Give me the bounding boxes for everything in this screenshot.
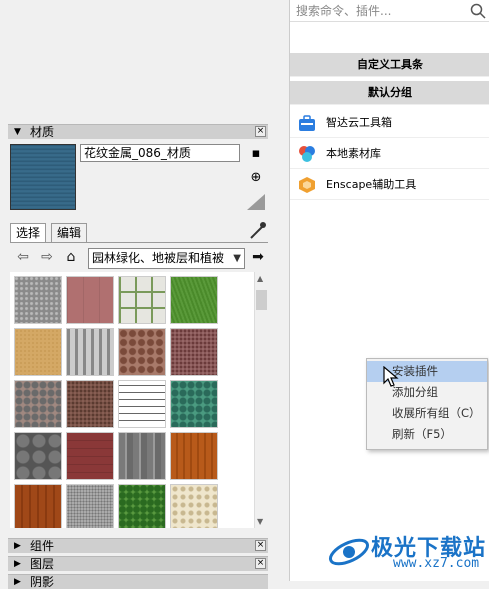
sample-paint-icon[interactable] [245, 192, 267, 212]
eyedropper-icon[interactable] [248, 221, 266, 241]
shadows-panel-header[interactable]: ▶ 阴影 [8, 574, 268, 589]
scroll-down-icon[interactable]: ▼ [257, 517, 263, 526]
material-thumbnail[interactable] [170, 380, 218, 428]
search-bar [290, 0, 489, 22]
material-thumbnail[interactable] [170, 432, 218, 480]
enscape-icon [299, 177, 315, 193]
menu-item-toggle-all-groups[interactable]: 收展所有组（C） [367, 403, 487, 424]
plugin-item-label: 智达云工具箱 [326, 116, 392, 129]
material-thumbnail-grid [10, 272, 254, 528]
materials-panel-title: 材质 [30, 125, 55, 139]
material-thumbnail[interactable] [170, 276, 218, 324]
mouse-cursor-icon [383, 366, 399, 387]
shadows-panel-title: 阴影 [30, 575, 55, 589]
expand-triangle-icon[interactable]: ▶ [14, 539, 21, 553]
plugin-item-asset-library[interactable]: 本地素材库 [290, 139, 489, 169]
back-arrow-icon[interactable]: ⇦ [14, 248, 32, 266]
home-icon[interactable]: ⌂ [62, 248, 80, 266]
scroll-thumb[interactable] [256, 290, 267, 310]
tab-edit[interactable]: 编辑 [51, 223, 88, 242]
forward-arrow-icon[interactable]: ⇨ [38, 248, 56, 266]
material-thumbnail[interactable] [14, 276, 62, 324]
menu-item-refresh[interactable]: 刷新（F5） [367, 424, 487, 445]
expand-triangle-icon[interactable]: ▶ [14, 575, 21, 589]
scroll-up-icon[interactable]: ▲ [257, 274, 263, 283]
components-panel-header[interactable]: ▶ 组件 × [8, 538, 268, 553]
watermark: 极光下载站 www.xz7.com [327, 530, 487, 578]
material-thumbnail[interactable] [66, 380, 114, 428]
material-name-field[interactable]: 花纹金属_086_材质 [80, 144, 240, 162]
toolbox-icon [299, 115, 315, 131]
plugin-item-toolbox[interactable]: 智达云工具箱 [290, 108, 489, 138]
material-thumbnail[interactable] [14, 432, 62, 480]
category-select-value: 园林绿化、地被层和植被 [92, 251, 225, 265]
tab-select-label: 选择 [16, 226, 41, 240]
watermark-logo-icon [328, 538, 370, 566]
plugin-item-label: 本地素材库 [326, 147, 381, 160]
material-nav-row: ⇦ ⇨ ⌂ 园林绿化、地被层和植被 ▼ ➡ [10, 246, 268, 270]
material-thumbnail[interactable] [66, 276, 114, 324]
category-select[interactable]: 园林绿化、地被层和植被 ▼ [88, 248, 245, 269]
plugin-panel: 自定义工具条 默认分组 智达云工具箱 本地素材库 Enscape辅助工具 [289, 0, 489, 581]
close-icon[interactable]: × [255, 558, 266, 569]
materials-panel-header[interactable]: ▼ 材质 × [8, 124, 268, 139]
material-thumbnail[interactable] [14, 328, 62, 376]
group-default[interactable]: 默认分组 [290, 81, 489, 105]
material-thumbnail[interactable] [118, 328, 166, 376]
expand-triangle-icon[interactable]: ▶ [14, 557, 21, 571]
search-icon[interactable] [470, 3, 486, 19]
create-material-icon[interactable]: ⊕ [246, 168, 266, 188]
toolbar-spacer [290, 22, 489, 52]
tab-select[interactable]: 选择 [10, 223, 47, 242]
material-thumbnail[interactable] [66, 432, 114, 480]
material-thumbnail[interactable] [14, 380, 62, 428]
material-thumbnail[interactable] [66, 328, 114, 376]
tab-divider [10, 242, 268, 243]
group-custom-toolbar[interactable]: 自定义工具条 [290, 53, 489, 77]
material-thumbnail[interactable] [170, 484, 218, 528]
material-thumbnail[interactable] [118, 380, 166, 428]
material-thumbnail[interactable] [170, 328, 218, 376]
material-thumbnail[interactable] [14, 484, 62, 528]
tab-edit-label: 编辑 [57, 226, 82, 240]
details-arrow-icon[interactable]: ➡ [249, 248, 267, 266]
materials-tray: ▼ 材质 × 花纹金属_086_材质 ▪ ⊕ 选择 编辑 ⇦ ⇨ ⌂ 园林绿化、… [0, 0, 271, 589]
watermark-url: www.xz7.com [393, 556, 480, 571]
layers-panel-title: 图层 [30, 557, 55, 571]
close-icon[interactable]: × [255, 540, 266, 551]
chevron-down-icon: ▼ [231, 249, 241, 268]
components-panel-title: 组件 [30, 539, 55, 553]
material-thumbnail[interactable] [118, 432, 166, 480]
display-secondary-selection-icon[interactable]: ▪ [246, 144, 266, 164]
plugin-item-label: Enscape辅助工具 [326, 178, 417, 191]
asset-library-icon [299, 146, 315, 162]
plugin-item-enscape[interactable]: Enscape辅助工具 [290, 170, 489, 200]
material-preview-swatch[interactable] [10, 144, 76, 210]
layers-panel-header[interactable]: ▶ 图层 × [8, 556, 268, 571]
material-thumbnail[interactable] [66, 484, 114, 528]
collapse-triangle-icon[interactable]: ▼ [14, 125, 21, 139]
material-thumbnail[interactable] [118, 276, 166, 324]
search-input[interactable] [296, 2, 466, 20]
material-thumbnail[interactable] [118, 484, 166, 528]
close-icon[interactable]: × [255, 126, 266, 137]
grid-scrollbar[interactable]: ▲ ▼ [254, 272, 268, 528]
